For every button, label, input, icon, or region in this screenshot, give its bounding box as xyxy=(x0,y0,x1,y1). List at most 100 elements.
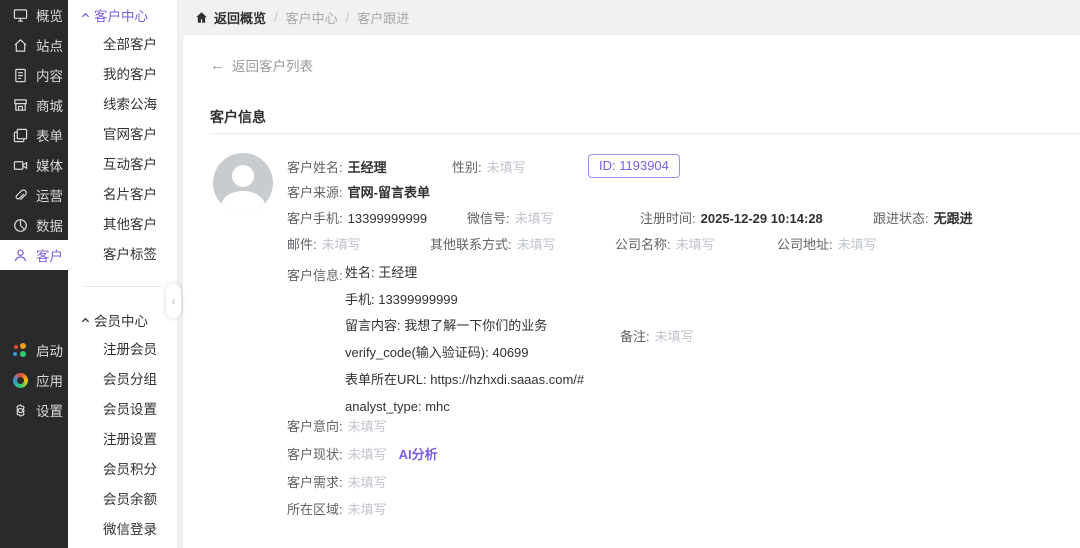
field-customer-source: 客户来源:官网-留言表单 xyxy=(287,182,430,201)
home-icon xyxy=(195,11,208,24)
media-icon xyxy=(13,158,28,173)
section-header-label: 会员中心 xyxy=(94,310,148,330)
sidebar-item-member-settings[interactable]: 会员设置 xyxy=(68,395,177,425)
sidebar-item-registered-members[interactable]: 注册会员 xyxy=(68,335,177,365)
ai-analysis-link[interactable]: AI分析 xyxy=(399,447,438,462)
customer-icon xyxy=(13,248,28,263)
sidebar-item-all-customers[interactable]: 全部客户 xyxy=(68,30,177,60)
field-company-name: 公司名称:未填写 xyxy=(615,234,715,253)
sidebar-item-member-groups[interactable]: 会员分组 xyxy=(68,365,177,395)
mall-icon xyxy=(13,98,28,113)
field-email: 邮件:未填写 xyxy=(287,234,361,253)
sidebar-item-label: 启动 xyxy=(36,340,63,360)
detail-line: 表单所在URL: https://hzhxdi.saaas.com/# xyxy=(345,367,584,394)
sidebar-item-label: 商城 xyxy=(36,95,63,115)
sidebar-collapse-handle[interactable]: ‹ xyxy=(166,284,181,318)
customer-detail-card: ← 返回客户列表 客户信息 客户姓名:王经理 性别:未填写 ID: 119390… xyxy=(183,35,1080,548)
sidebar-item-member-balance[interactable]: 会员余额 xyxy=(68,485,177,515)
sidebar-item-content[interactable]: 内容 xyxy=(0,60,68,90)
field-register-time: 注册时间:2025-12-29 10:14:28 xyxy=(640,208,823,227)
field-other-contact: 其他联系方式:未填写 xyxy=(430,234,556,253)
breadcrumb-separator: / xyxy=(346,10,350,25)
chevron-left-icon: ‹ xyxy=(172,294,176,308)
field-wechat: 微信号:未填写 xyxy=(467,208,554,227)
field-customer-phone: 客户手机:13399999999 xyxy=(287,208,427,227)
field-customer-demand: 客户需求:未填写 xyxy=(287,472,387,491)
form-icon xyxy=(13,128,28,143)
back-to-list-link[interactable]: ← 返回客户列表 xyxy=(210,55,313,75)
secondary-sidebar: 客户中心 全部客户 我的客户 线索公海 官网客户 互动客户 名片客户 其他客户 … xyxy=(68,0,178,548)
sidebar-item-my-customers[interactable]: 我的客户 xyxy=(68,60,177,90)
back-link-label: 返回客户列表 xyxy=(232,55,313,75)
settings-icon xyxy=(13,403,28,418)
section-header-label: 客户中心 xyxy=(94,5,148,25)
operation-icon xyxy=(13,188,28,203)
sidebar-item-media[interactable]: 媒体 xyxy=(0,150,68,180)
field-gender: 性别:未填写 xyxy=(452,157,526,176)
breadcrumb-home[interactable]: 返回概览 xyxy=(195,8,266,27)
detail-line: verify_code(输入验证码): 40699 xyxy=(345,340,584,367)
breadcrumb-customer-follow[interactable]: 客户跟进 xyxy=(357,8,409,27)
sidebar-item-register-settings[interactable]: 注册设置 xyxy=(68,425,177,455)
customer-detail-lines: 姓名: 王经理 手机: 13399999999 留言内容: 我想了解一下你们的业… xyxy=(345,260,584,420)
avatar xyxy=(213,153,273,213)
detail-line: 手机: 13399999999 xyxy=(345,287,584,314)
sidebar-item-card-customers[interactable]: 名片客户 xyxy=(68,180,177,210)
sidebar-item-label: 数据 xyxy=(36,215,63,235)
sidebar-item-launch[interactable]: 启动 xyxy=(0,335,68,365)
field-company-address: 公司地址:未填写 xyxy=(777,234,877,253)
field-customer-name: 客户姓名:王经理 xyxy=(287,157,387,176)
sidebar-item-overview[interactable]: 概览 xyxy=(0,0,68,30)
chevron-up-icon xyxy=(81,11,90,20)
field-customer-intention: 客户意向:未填写 xyxy=(287,416,387,435)
sidebar-item-customer[interactable]: 客户 xyxy=(0,240,68,270)
sidebar-item-label: 站点 xyxy=(36,35,63,55)
sidebar-item-lead-pool[interactable]: 线索公海 xyxy=(68,90,177,120)
sidebar-item-mall[interactable]: 商城 xyxy=(0,90,68,120)
sidebar-item-label: 设置 xyxy=(36,400,63,420)
sidebar-item-operation[interactable]: 运营 xyxy=(0,180,68,210)
sidebar-item-label: 客户 xyxy=(36,245,63,265)
chevron-up-icon xyxy=(81,316,90,325)
apps-icon xyxy=(13,373,28,388)
sidebar-item-other-customers[interactable]: 其他客户 xyxy=(68,210,177,240)
sidebar-item-interactive-customers[interactable]: 互动客户 xyxy=(68,150,177,180)
section-header-customer-center[interactable]: 客户中心 xyxy=(68,0,177,30)
sidebar-item-label: 媒体 xyxy=(36,155,63,175)
primary-sidebar-footer: 启动 应用 设置 xyxy=(0,335,68,425)
sidebar-item-label: 表单 xyxy=(36,125,63,145)
field-region: 所在区域:未填写 xyxy=(287,499,387,518)
sidebar-divider xyxy=(84,286,161,287)
sidebar-item-settings[interactable]: 设置 xyxy=(0,395,68,425)
breadcrumb-customer-center[interactable]: 客户中心 xyxy=(286,8,338,27)
customer-id-badge: ID: 1193904 xyxy=(588,154,680,178)
sidebar-item-data[interactable]: 数据 xyxy=(0,210,68,240)
divider xyxy=(210,133,1080,134)
detail-line: 留言内容: 我想了解一下你们的业务 xyxy=(345,313,584,340)
field-follow-status: 跟进状态:无跟进 xyxy=(873,208,973,227)
breadcrumb-separator: / xyxy=(274,10,278,25)
sidebar-item-website-customers[interactable]: 官网客户 xyxy=(68,120,177,150)
sidebar-item-apps[interactable]: 应用 xyxy=(0,365,68,395)
sidebar-item-site[interactable]: 站点 xyxy=(0,30,68,60)
field-customer-detail-label: 客户信息: xyxy=(287,265,343,284)
launch-icon xyxy=(13,343,28,358)
sidebar-item-label: 内容 xyxy=(36,65,63,85)
sidebar-item-form[interactable]: 表单 xyxy=(0,120,68,150)
field-remark: 备注:未填写 xyxy=(620,326,694,345)
sidebar-item-customer-tags[interactable]: 客户标签 xyxy=(68,240,177,270)
primary-sidebar: 概览 站点 内容 商城 表单 媒体 运营 数据 客户 启动 应用 xyxy=(0,0,68,548)
field-customer-status: 客户现状:未填写AI分析 xyxy=(287,444,438,463)
breadcrumb: 返回概览 / 客户中心 / 客户跟进 xyxy=(178,0,1080,35)
sidebar-item-member-points[interactable]: 会员积分 xyxy=(68,455,177,485)
detail-line: 姓名: 王经理 xyxy=(345,260,584,287)
sidebar-item-label: 运营 xyxy=(36,185,63,205)
breadcrumb-home-label: 返回概览 xyxy=(214,8,266,27)
page-title: 客户信息 xyxy=(210,107,266,127)
sidebar-item-label: 应用 xyxy=(36,370,63,390)
dashboard-icon xyxy=(13,8,28,23)
sidebar-item-wechat-login[interactable]: 微信登录 xyxy=(68,515,177,545)
section-header-member-center[interactable]: 会员中心 xyxy=(68,305,177,335)
arrow-left-icon: ← xyxy=(210,57,225,74)
sidebar-item-label: 概览 xyxy=(36,5,63,25)
